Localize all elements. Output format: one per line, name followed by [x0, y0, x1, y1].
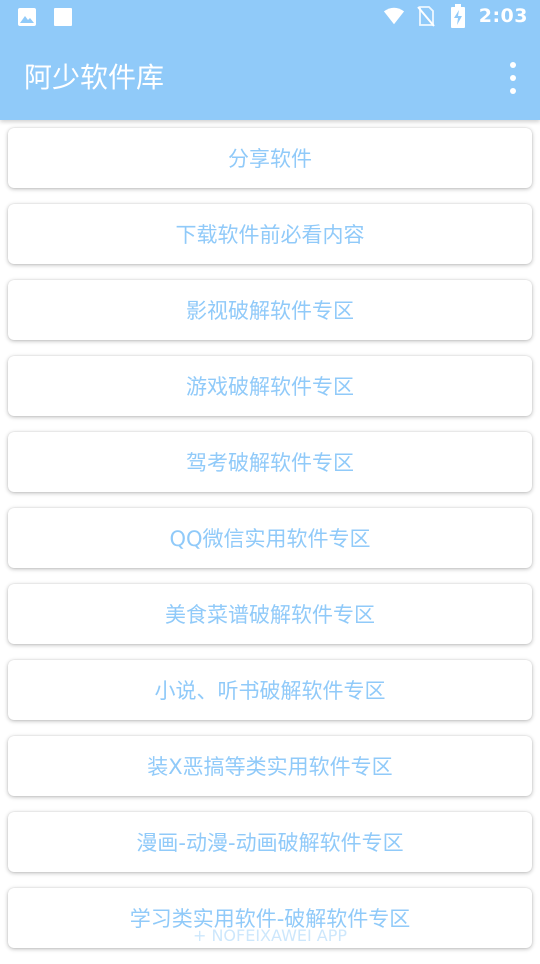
- menu-item-qq-wechat-software[interactable]: QQ微信实用软件专区: [8, 508, 532, 568]
- menu-item-driving-test-software[interactable]: 驾考破解软件专区: [8, 432, 532, 492]
- no-sim-icon: [415, 5, 437, 27]
- menu-list: 分享软件 下载软件前必看内容 影视破解软件专区 游戏破解软件专区 驾考破解软件专…: [0, 128, 540, 964]
- menu-item-recipe-software[interactable]: 美食菜谱破解软件专区: [8, 584, 532, 644]
- app-title: 阿少软件库: [24, 61, 165, 94]
- wifi-icon: [383, 5, 405, 27]
- menu-item-game-software[interactable]: 游戏破解软件专区: [8, 356, 532, 416]
- menu-item-prank-software[interactable]: 装X恶搞等类实用软件专区: [8, 736, 532, 796]
- status-bar: 2:03: [0, 0, 540, 36]
- menu-item-must-read[interactable]: 下载软件前必看内容: [8, 204, 532, 264]
- menu-item-novel-audiobook-software[interactable]: 小说、听书破解软件专区: [8, 660, 532, 720]
- app-bar: 2:03 阿少软件库: [0, 0, 540, 120]
- more-vert-icon[interactable]: [506, 62, 520, 94]
- menu-item-share-software[interactable]: 分享软件: [8, 128, 532, 188]
- menu-item-comic-anime-software[interactable]: 漫画-动漫-动画破解软件专区: [8, 812, 532, 872]
- menu-item-video-software[interactable]: 影视破解软件专区: [8, 280, 532, 340]
- battery-charging-icon: [447, 4, 469, 28]
- square-icon: [52, 6, 74, 28]
- watermark: + NOFEIXAWEI APP: [192, 926, 348, 945]
- clock: 2:03: [478, 5, 528, 27]
- image-icon: [16, 6, 38, 28]
